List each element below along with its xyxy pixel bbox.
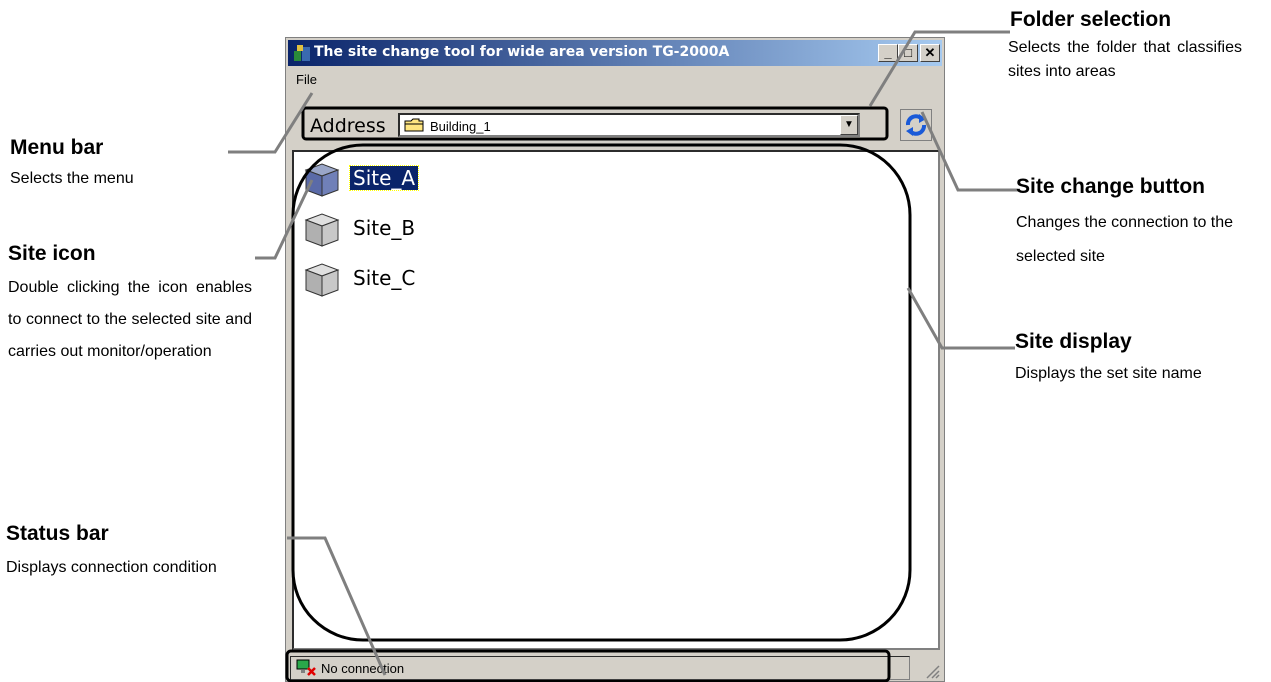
site-icon-desc: Double clicking the icon enables to conn… (8, 279, 252, 360)
site-icon-title: Site icon (8, 242, 96, 265)
folder-selection-desc: Selects the folder that classifies sites… (1008, 39, 1242, 80)
status-bar-title: Status bar (6, 522, 109, 545)
status-bar-desc: Displays connection condition (6, 559, 217, 576)
menu-bar-title: Menu bar (10, 136, 104, 159)
leader-menu-bar (228, 92, 314, 154)
site-change-desc: Changes the connection to the selected s… (1016, 214, 1234, 265)
leader-site-change (920, 111, 1018, 192)
folder-selection-frame (301, 106, 889, 141)
leader-site-icon (255, 179, 314, 260)
site-display-frame (291, 143, 912, 642)
leader-site-display (906, 287, 1015, 350)
site-display-title: Site display (1015, 330, 1132, 353)
menu-bar-desc: Selects the menu (10, 170, 134, 187)
leader-folder-selection (868, 30, 1010, 107)
site-change-title: Site change button (1016, 175, 1205, 198)
site-display-desc: Displays the set site name (1015, 365, 1202, 382)
folder-selection-title: Folder selection (1010, 8, 1172, 31)
